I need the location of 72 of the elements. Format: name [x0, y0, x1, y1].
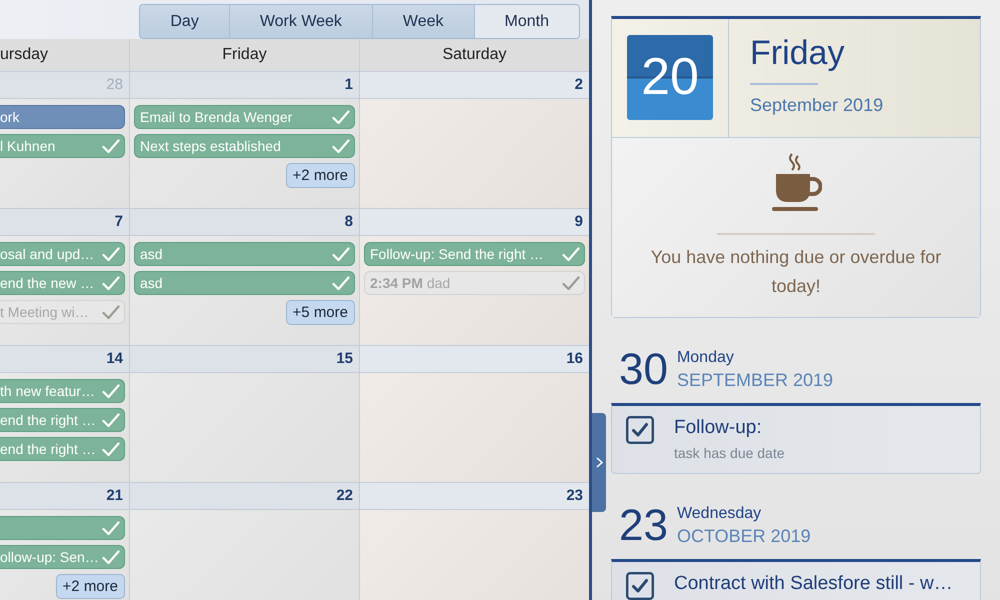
- more-events-button[interactable]: +5 more: [286, 300, 355, 325]
- date-header: 8: [130, 208, 360, 236]
- month-year-label: SEPTEMBER 2019: [676, 369, 834, 392]
- date-header: 22: [130, 482, 360, 510]
- weekday-title: Friday: [750, 33, 846, 74]
- day-number: 30: [619, 345, 668, 395]
- event-pill[interactable]: th new featur…: [0, 379, 125, 403]
- weekday-header: Friday: [130, 39, 360, 71]
- event-pill[interactable]: Next steps established: [134, 134, 355, 158]
- task-card[interactable]: Contract with Salesfore still - w…: [611, 559, 981, 600]
- checkmark-icon: [562, 246, 580, 262]
- task-title: Contract with Salesfore still - w…: [674, 572, 953, 596]
- checkmark-icon: [102, 520, 120, 536]
- checkmark-icon: [332, 246, 350, 262]
- task-title: Follow-up:: [674, 416, 763, 440]
- checkbox[interactable]: [626, 572, 654, 600]
- checkmark-icon: [102, 246, 120, 262]
- date-header: 23: [360, 482, 589, 510]
- event-pill[interactable]: end the right …: [0, 437, 125, 461]
- month-year-label: OCTOBER 2019: [676, 525, 811, 548]
- day-number: 23: [619, 501, 668, 551]
- date-header: 9: [360, 208, 589, 236]
- date-header: 7: [0, 208, 130, 236]
- event-pill[interactable]: end the right …: [0, 408, 125, 432]
- checkmark-icon: [102, 138, 120, 154]
- view-tab[interactable]: Work Week: [228, 5, 372, 38]
- event-pill[interactable]: ollow-up: Sen…: [0, 545, 125, 569]
- checkmark-icon: [102, 304, 120, 320]
- checkmark-icon: [102, 276, 120, 290]
- event-pill[interactable]: end the new …: [0, 271, 125, 295]
- checkmark-icon: [102, 442, 120, 456]
- date-header: 16: [360, 345, 589, 373]
- event-pill[interactable]: asd: [134, 271, 355, 295]
- checkmark-icon: [562, 276, 580, 290]
- checkmark-icon: [102, 412, 120, 428]
- empty-message: You have nothing due or overdue for today!: [650, 246, 942, 298]
- event-pill[interactable]: Email to Brenda Wenger: [134, 105, 355, 129]
- weekday-header: ursday: [0, 39, 130, 71]
- checkmark-icon: [332, 276, 350, 290]
- task-card[interactable]: Follow-up: task has due date: [611, 403, 981, 474]
- event-pill[interactable]: ork: [0, 105, 125, 129]
- checkmark-icon: [102, 384, 120, 398]
- chevron-right-icon: [596, 457, 602, 468]
- more-events-button[interactable]: +2 more: [286, 163, 355, 188]
- view-tab[interactable]: Week: [372, 5, 474, 38]
- date-header: 28: [0, 71, 130, 99]
- checkmark-icon: [102, 550, 120, 564]
- task-detail: task has due date: [674, 445, 785, 461]
- weekday-label: Wednesday: [676, 504, 762, 524]
- event-pill[interactable]: l Kuhnen: [0, 134, 125, 158]
- checkmark-icon: [332, 138, 350, 154]
- month-year-label: September 2019: [750, 95, 884, 116]
- weekday-header: Saturday: [360, 39, 589, 71]
- date-header: 2: [360, 71, 589, 99]
- event-pill[interactable]: 2:34 PM dad: [364, 271, 585, 295]
- date-header: 1: [130, 71, 360, 99]
- event-pill[interactable]: Follow-up: Send the right …: [364, 242, 585, 266]
- event-pill[interactable]: osal and upd…: [0, 242, 125, 266]
- more-events-button[interactable]: +2 more: [56, 574, 125, 599]
- date-header: 21: [0, 482, 130, 510]
- view-tab[interactable]: Month: [474, 5, 579, 38]
- date-header: 15: [130, 345, 360, 373]
- event-pill[interactable]: t Meeting wi…: [0, 300, 125, 324]
- date-header: 14: [0, 345, 130, 373]
- checkmark-icon: [332, 110, 350, 124]
- weekday-label: Monday: [676, 348, 735, 368]
- panel-toggle-button[interactable]: [592, 413, 606, 512]
- date-tile: 20: [627, 35, 713, 120]
- event-pill[interactable]: asd: [134, 242, 355, 266]
- checkbox[interactable]: [626, 416, 654, 444]
- view-tab[interactable]: Day: [140, 5, 229, 38]
- coffee-cup-icon: [770, 152, 822, 214]
